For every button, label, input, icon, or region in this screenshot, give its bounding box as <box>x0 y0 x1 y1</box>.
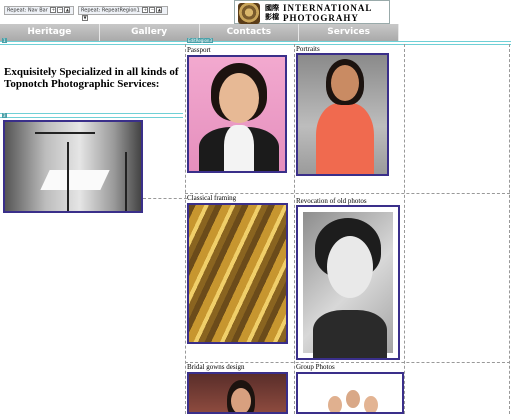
caption-passport: Passport <box>187 46 211 54</box>
guide-line <box>0 44 511 45</box>
brand-logo[interactable]: 國際 影檔 INTERNATIONAL PHOTOGRAHY <box>234 0 390 24</box>
repeat-region-label: Repeat: RepeatRegion1 <box>81 7 140 14</box>
nav-item-gallery[interactable]: Gallery <box>99 24 200 41</box>
face-shape <box>346 390 360 408</box>
caption-classical-framing: Classical framing <box>187 194 237 202</box>
face-shape <box>364 396 378 412</box>
caption-portraits: Portraits <box>296 45 320 53</box>
guide-line <box>0 117 183 118</box>
divider <box>509 44 510 414</box>
brand-name-english: INTERNATIONAL PHOTOGRAHY <box>283 3 373 23</box>
guide-line <box>0 41 511 42</box>
light-stand <box>125 152 127 211</box>
group-photo[interactable] <box>296 372 404 414</box>
region-tag: 3 <box>2 113 7 118</box>
nav-item-contacts[interactable]: Contacts <box>199 24 300 41</box>
nav-item-services[interactable]: Services <box>299 24 399 41</box>
move-down-icon[interactable]: ▼ <box>82 14 88 21</box>
studio-photo[interactable] <box>3 120 143 213</box>
divider <box>185 44 186 414</box>
face-shape <box>331 65 359 101</box>
boom-arm <box>35 132 95 134</box>
add-icon[interactable]: + <box>142 7 149 13</box>
light-stand <box>67 142 69 211</box>
services-heading: Exquisitely Specialized in all kinds of … <box>4 66 179 90</box>
remove-icon[interactable]: − <box>57 7 64 13</box>
move-up-icon[interactable]: ▲ <box>64 7 71 13</box>
guide-line <box>0 113 183 114</box>
seal-icon <box>238 3 260 24</box>
face-shape <box>328 396 342 412</box>
caption-bridal-gowns: Bridal gowns design <box>187 363 245 371</box>
repeat-nav-bar-control[interactable]: Repeat: Nav Bar + − ▲ <box>4 6 74 15</box>
divider <box>143 198 187 199</box>
face-shape <box>219 73 259 123</box>
editor-top-bar: Repeat: Nav Bar + − ▲ Repeat: RepeatRegion… <box>0 0 511 24</box>
divider <box>404 44 405 414</box>
face-shape <box>231 388 251 412</box>
bridal-gown-photo[interactable] <box>187 372 288 414</box>
divider <box>294 44 295 414</box>
clothes-shape <box>313 310 387 358</box>
brand-name-chinese: 國際 影檔 <box>265 4 279 21</box>
photo-inner <box>303 212 393 358</box>
caption-group-photos: Group Photos <box>296 363 335 371</box>
region-tag: 1 <box>2 38 7 43</box>
repeat-nav-bar-label: Repeat: Nav Bar <box>7 7 48 14</box>
editable-region-tag: EditRegion3 <box>187 38 213 43</box>
shirt-shape <box>224 125 254 171</box>
portrait-photo[interactable] <box>296 53 389 176</box>
restored-old-photo[interactable] <box>296 205 400 360</box>
add-icon[interactable]: + <box>50 7 57 13</box>
passport-photo[interactable] <box>187 55 287 173</box>
dress-shape <box>316 103 374 174</box>
remove-icon[interactable]: − <box>149 7 156 13</box>
classical-frame-photo[interactable] <box>187 203 288 344</box>
repeat-region-control[interactable]: Repeat: RepeatRegion1 + − ▲ ▼ <box>78 6 168 21</box>
caption-revocation-old-photos: Revocation of old photos <box>296 197 367 205</box>
light-beam <box>40 170 110 190</box>
face-shape <box>327 236 373 298</box>
nav-item-heritage[interactable]: Heritage <box>0 24 100 41</box>
move-up-icon[interactable]: ▲ <box>156 7 163 13</box>
